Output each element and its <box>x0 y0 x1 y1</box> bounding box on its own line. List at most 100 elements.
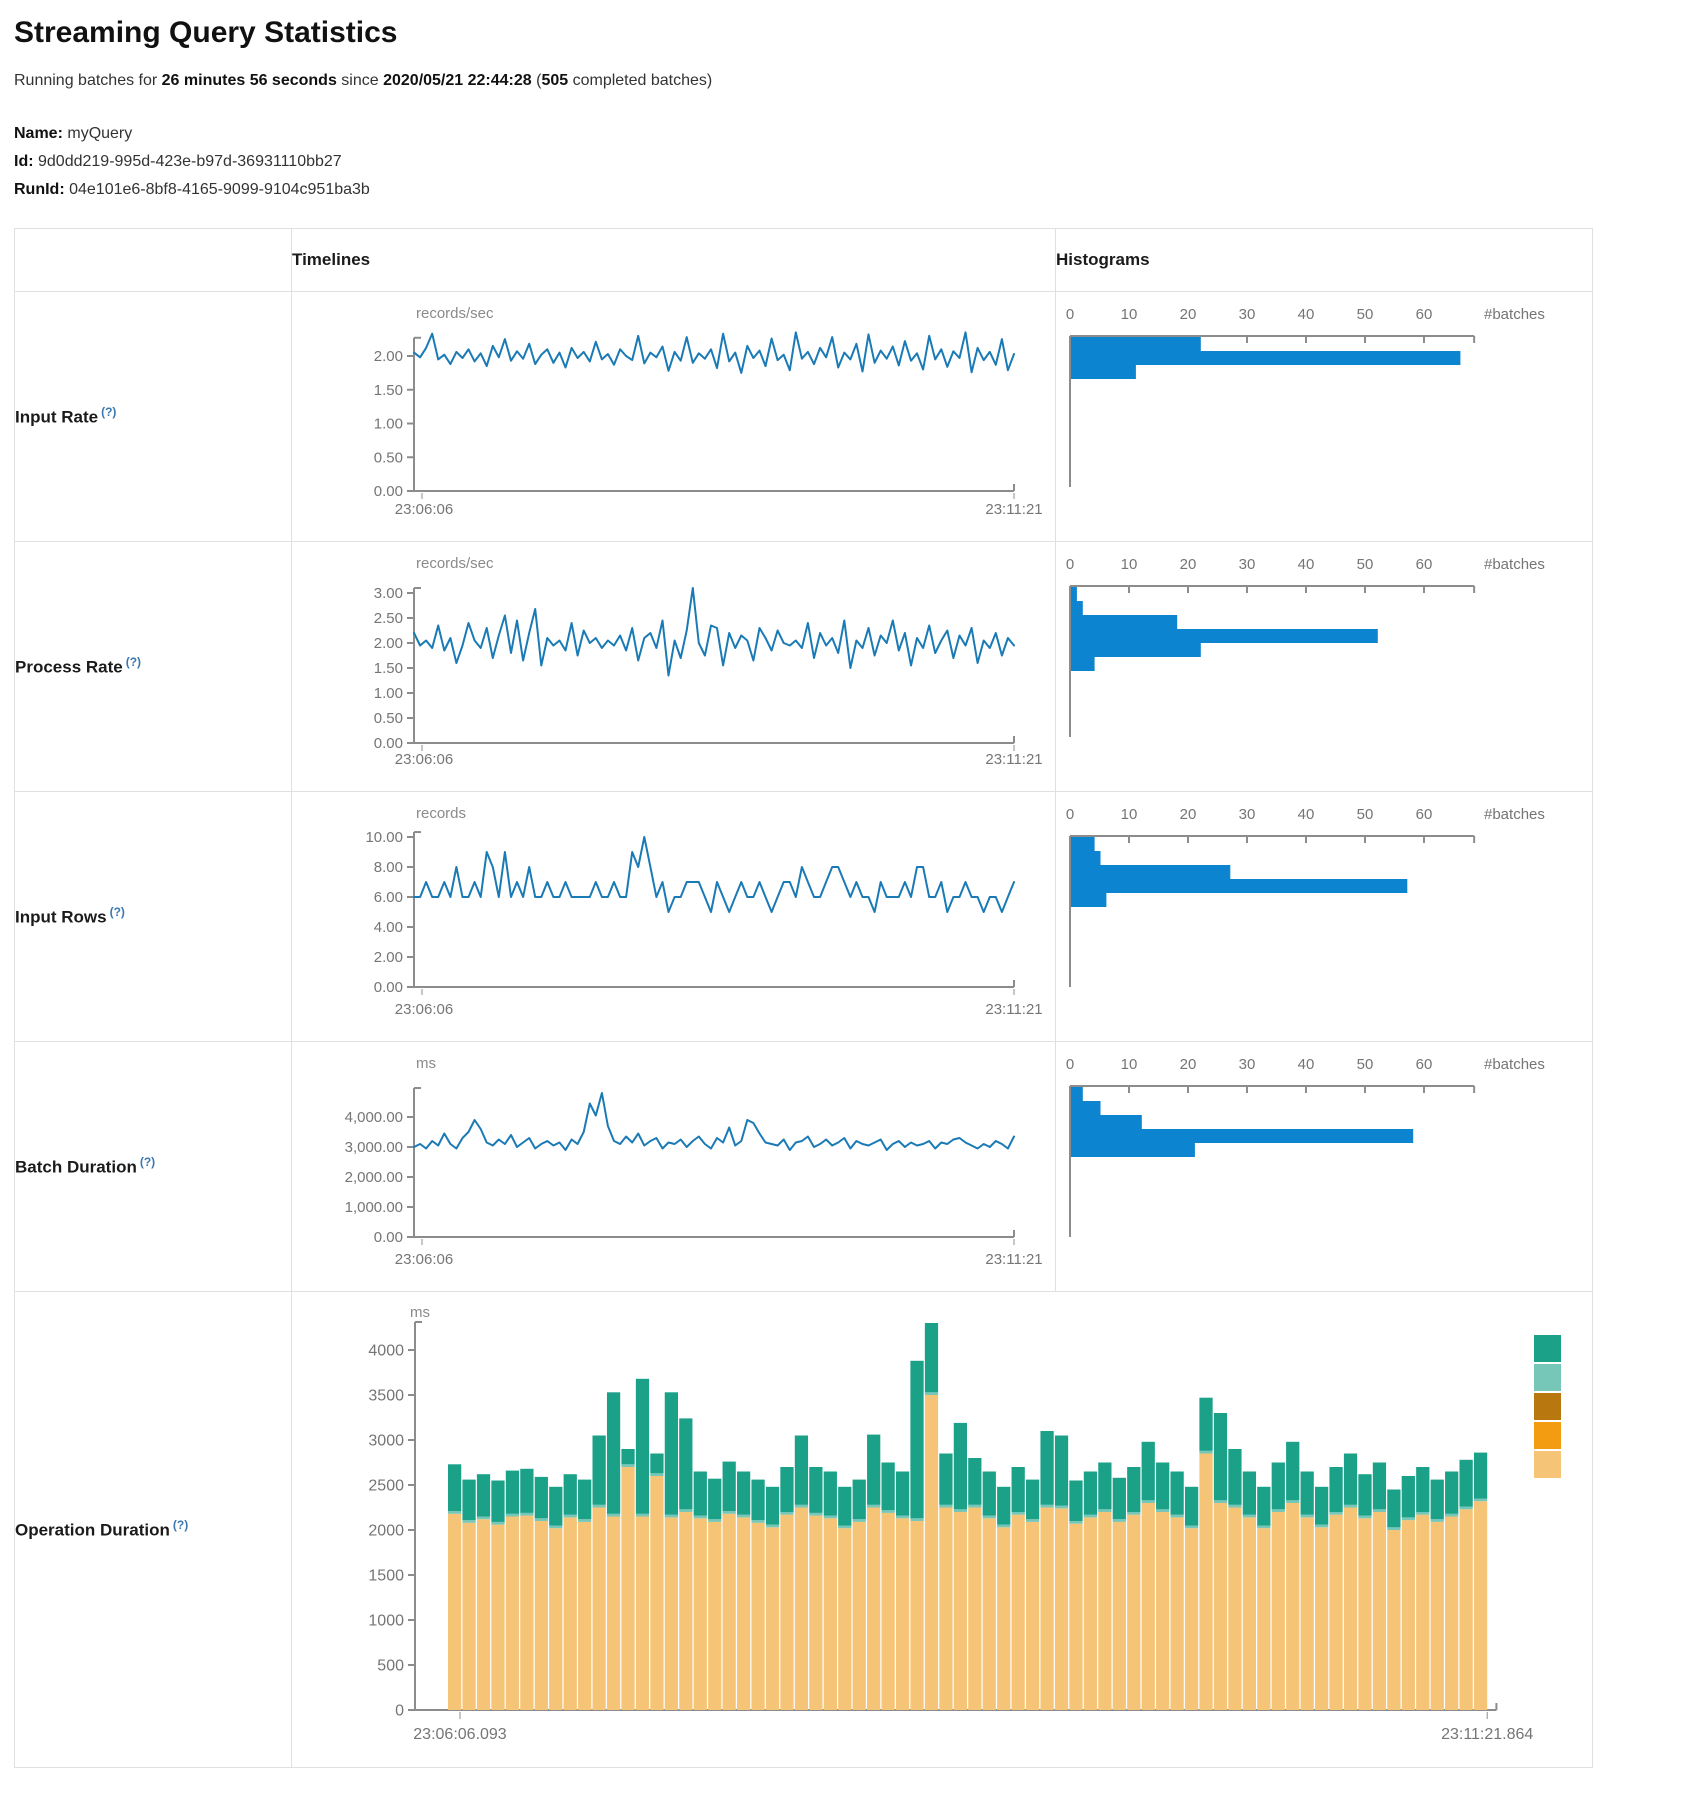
svg-text:records/sec: records/sec <box>416 305 494 322</box>
svg-text:20: 20 <box>1180 806 1197 823</box>
svg-text:0: 0 <box>1066 556 1074 573</box>
svg-text:10: 10 <box>1121 306 1138 323</box>
svg-text:ms: ms <box>416 1055 436 1072</box>
svg-text:50: 50 <box>1357 806 1374 823</box>
statistics-table: Timelines Histograms Input Rate(?) recor… <box>14 228 1593 1768</box>
svg-text:records: records <box>416 805 466 822</box>
process-rate-row: Process Rate(?) records/sec0.000.501.001… <box>15 542 1593 792</box>
svg-text:50: 50 <box>1357 556 1374 573</box>
table-header-row: Timelines Histograms <box>15 229 1593 292</box>
query-runid-value: 04e101e6-8bf8-4165-9099-9104c951ba3b <box>69 181 370 198</box>
operation-duration-help-link[interactable]: (?) <box>173 1518 188 1532</box>
input-rate-row: Input Rate(?) records/sec 0.00 0.50 1.00 1.5… <box>15 292 1593 542</box>
query-runid-line: RunId: 04e101e6-8bf8-4165-9099-9104c951b… <box>14 176 1679 204</box>
svg-text:3500: 3500 <box>368 1388 404 1405</box>
svg-text:23:11:21: 23:11:21 <box>985 501 1042 518</box>
running-batch-count: 505 <box>541 72 568 89</box>
svg-text:10: 10 <box>1121 556 1138 573</box>
operation-duration-row: Operation Duration(?) ms0500100015002000… <box>15 1292 1593 1768</box>
svg-text:1.00: 1.00 <box>374 685 403 702</box>
svg-text:10: 10 <box>1121 806 1138 823</box>
svg-text:2.00: 2.00 <box>374 635 403 652</box>
svg-text:0.00: 0.00 <box>374 483 403 500</box>
svg-text:30: 30 <box>1239 556 1256 573</box>
query-name-label: Name: <box>14 125 63 142</box>
svg-text:1,000.00: 1,000.00 <box>345 1199 403 1216</box>
input-rate-label: Input Rate(?) <box>15 292 292 542</box>
svg-text:#batches: #batches <box>1484 306 1545 323</box>
svg-text:3000: 3000 <box>368 1433 404 1450</box>
svg-text:1.50: 1.50 <box>374 382 403 399</box>
svg-text:30: 30 <box>1239 806 1256 823</box>
svg-text:4000: 4000 <box>368 1343 404 1360</box>
process-rate-histogram-chart: 0102030405060#batches <box>1056 542 1593 792</box>
running-duration: 26 minutes 56 seconds <box>162 72 337 89</box>
svg-text:1.00: 1.00 <box>374 416 403 433</box>
input-rows-label: Input Rows(?) <box>15 792 292 1042</box>
svg-text:23:11:21: 23:11:21 <box>985 1001 1042 1018</box>
svg-text:records/sec: records/sec <box>416 555 494 572</box>
svg-text:23:06:06: 23:06:06 <box>395 1251 453 1268</box>
svg-text:60: 60 <box>1416 806 1433 823</box>
operation-duration-stacked-chart: ms0500100015002000250030003500400023:06:… <box>292 1292 1593 1768</box>
svg-text:2.50: 2.50 <box>374 610 403 627</box>
svg-text:20: 20 <box>1180 1056 1197 1073</box>
svg-text:10: 10 <box>1121 1056 1138 1073</box>
svg-text:2.00: 2.00 <box>374 949 403 966</box>
running-prefix: Running batches for <box>14 72 162 89</box>
svg-text:4.00: 4.00 <box>374 919 403 936</box>
svg-text:0.00: 0.00 <box>374 735 403 752</box>
batch-duration-histogram-chart: 0 10 20 30 40 50 60 #batches <box>1056 1042 1593 1292</box>
svg-text:0.50: 0.50 <box>374 710 403 727</box>
svg-text:1000: 1000 <box>368 1613 404 1630</box>
svg-text:60: 60 <box>1416 556 1433 573</box>
svg-text:60: 60 <box>1416 1056 1433 1073</box>
svg-text:23:06:06: 23:06:06 <box>395 501 453 518</box>
histograms-column-header: Histograms <box>1056 229 1593 292</box>
svg-text:ms: ms <box>410 1304 430 1321</box>
svg-text:#batches: #batches <box>1484 1056 1545 1073</box>
svg-text:30: 30 <box>1239 306 1256 323</box>
svg-text:40: 40 <box>1298 1056 1315 1073</box>
input-rate-help-link[interactable]: (?) <box>101 405 116 419</box>
svg-text:1500: 1500 <box>368 1568 404 1585</box>
svg-text:50: 50 <box>1357 1056 1374 1073</box>
svg-text:23:11:21: 23:11:21 <box>985 1251 1042 1268</box>
running-mid: since <box>337 72 383 89</box>
svg-text:40: 40 <box>1298 556 1315 573</box>
svg-text:0: 0 <box>1066 306 1074 323</box>
svg-text:500: 500 <box>377 1658 404 1675</box>
svg-text:3,000.00: 3,000.00 <box>345 1139 403 1156</box>
svg-text:2.00: 2.00 <box>374 348 403 365</box>
svg-text:1.50: 1.50 <box>374 660 403 677</box>
svg-text:50: 50 <box>1357 306 1374 323</box>
svg-text:0: 0 <box>395 1703 404 1720</box>
svg-text:8.00: 8.00 <box>374 859 403 876</box>
svg-text:0.50: 0.50 <box>374 449 403 466</box>
svg-text:0.00: 0.00 <box>374 979 403 996</box>
process-rate-timeline-chart: records/sec0.000.501.001.502.002.503.002… <box>292 542 1056 792</box>
page-title: Streaming Query Statistics <box>14 16 1679 50</box>
svg-text:20: 20 <box>1180 306 1197 323</box>
input-rows-histogram-chart: 0102030405060#batches <box>1056 792 1593 1042</box>
query-name-value: myQuery <box>67 125 132 142</box>
svg-text:#batches: #batches <box>1484 556 1545 573</box>
batch-duration-help-link[interactable]: (?) <box>140 1155 155 1169</box>
running-open: ( <box>532 72 542 89</box>
metric-column-header <box>15 229 292 292</box>
svg-text:23:06:06: 23:06:06 <box>395 751 453 768</box>
input-rows-row: Input Rows(?) records0.002.004.006.008.0… <box>15 792 1593 1042</box>
svg-text:30: 30 <box>1239 1056 1256 1073</box>
svg-text:60: 60 <box>1416 306 1433 323</box>
query-meta: Name: myQuery Id: 9d0dd219-995d-423e-b97… <box>14 120 1679 204</box>
svg-text:40: 40 <box>1298 306 1315 323</box>
svg-text:0: 0 <box>1066 1056 1074 1073</box>
input-rate-histogram-chart: 0 10 20 30 40 50 60 #batches <box>1056 292 1593 542</box>
streaming-statistics-page: Streaming Query Statistics Running batch… <box>0 0 1693 1768</box>
process-rate-help-link[interactable]: (?) <box>126 655 141 669</box>
query-runid-label: RunId: <box>14 181 65 198</box>
input-rows-timeline-chart: records0.002.004.006.008.0010.0023:06:06… <box>292 792 1056 1042</box>
running-suffix: completed batches) <box>568 72 712 89</box>
input-rows-help-link[interactable]: (?) <box>110 905 125 919</box>
operation-duration-label: Operation Duration(?) <box>15 1292 292 1768</box>
